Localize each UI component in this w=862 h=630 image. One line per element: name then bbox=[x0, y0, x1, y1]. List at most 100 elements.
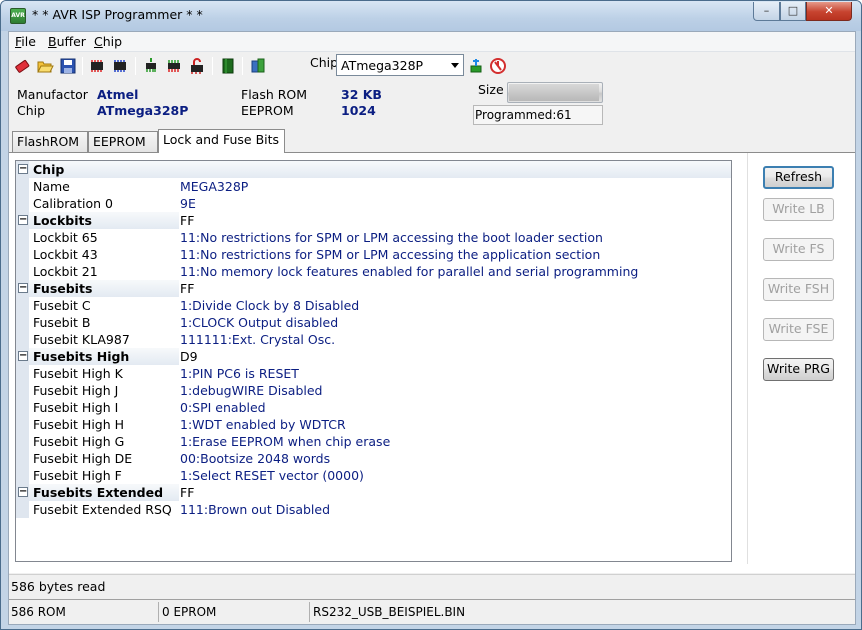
property-value[interactable]: 9E bbox=[180, 196, 196, 211]
eeprom-value: 1024 bbox=[341, 103, 376, 118]
status-message: 586 bytes read bbox=[11, 579, 106, 594]
category-value[interactable]: FF bbox=[180, 213, 194, 228]
collapse-icon[interactable]: − bbox=[18, 215, 28, 225]
grid-property-row[interactable]: Fusebit High I 0:SPI enabled bbox=[16, 399, 731, 416]
lock-icon[interactable] bbox=[188, 57, 206, 75]
property-value[interactable]: 1:CLOCK Output disabled bbox=[180, 315, 338, 330]
property-value[interactable]: 111111:Ext. Crystal Osc. bbox=[180, 332, 335, 347]
read-chip-icon[interactable] bbox=[88, 57, 106, 75]
grid-property-row[interactable]: Fusebit High J 1:debugWIRE Disabled bbox=[16, 382, 731, 399]
property-value[interactable]: 1:PIN PC6 is RESET bbox=[180, 366, 299, 381]
property-value[interactable]: 11:No restrictions for SPM or LPM access… bbox=[180, 230, 603, 245]
row-gutter bbox=[16, 382, 29, 399]
stop-icon[interactable] bbox=[489, 57, 507, 75]
refresh-button[interactable]: Refresh bbox=[763, 166, 834, 189]
program-icon[interactable] bbox=[165, 57, 183, 75]
chip-select-value: ATmega328P bbox=[341, 58, 424, 73]
property-name: Calibration 0 bbox=[33, 196, 113, 211]
category-name: Fusebits Extended bbox=[33, 485, 164, 500]
grid-category-row[interactable]: − Fusebits Extended FF bbox=[16, 484, 731, 501]
close-button[interactable]: ✕ bbox=[806, 2, 852, 21]
write-fs-button[interactable]: Write FS bbox=[763, 238, 834, 261]
row-gutter bbox=[16, 263, 29, 280]
property-value[interactable]: 11:No memory lock features enabled for p… bbox=[180, 264, 638, 279]
menu-buffer[interactable]: Buffer bbox=[48, 34, 86, 49]
write-fse-button[interactable]: Write FSE bbox=[763, 318, 834, 341]
row-gutter bbox=[16, 501, 29, 518]
save-icon[interactable] bbox=[59, 57, 77, 75]
collapse-icon[interactable]: − bbox=[18, 164, 28, 174]
category-name: Chip bbox=[33, 162, 65, 177]
grid-property-row[interactable]: Fusebit High DE 00:Bootsize 2048 words bbox=[16, 450, 731, 467]
toolbar-separator bbox=[135, 57, 136, 75]
run-icon[interactable] bbox=[249, 57, 267, 75]
property-value[interactable]: 00:Bootsize 2048 words bbox=[180, 451, 330, 466]
message-bar: 586 bytes read bbox=[9, 574, 855, 598]
grid-category-row[interactable]: − Fusebits High D9 bbox=[16, 348, 731, 365]
minimize-button[interactable]: – bbox=[753, 2, 780, 21]
tab-eeprom[interactable]: EEPROM bbox=[88, 131, 158, 152]
grid-property-row[interactable]: Fusebit Extended RSQ 111:Brown out Disabl… bbox=[16, 501, 731, 518]
category-name: Fusebits High bbox=[33, 349, 130, 364]
collapse-icon[interactable]: − bbox=[18, 487, 28, 497]
property-value[interactable]: 0:SPI enabled bbox=[180, 400, 266, 415]
chip-info-value: ATmega328P bbox=[97, 103, 189, 118]
property-value[interactable]: 1:Divide Clock by 8 Disabled bbox=[180, 298, 359, 313]
write-chip-icon[interactable] bbox=[111, 57, 129, 75]
menu-file[interactable]: File bbox=[15, 34, 36, 49]
grid-property-row[interactable]: Fusebit High G 1:Erase EEPROM when chip e… bbox=[16, 433, 731, 450]
category-value[interactable]: D9 bbox=[180, 349, 198, 364]
row-gutter bbox=[16, 416, 29, 433]
row-gutter bbox=[16, 399, 29, 416]
property-value[interactable]: 1:Select RESET vector (0000) bbox=[180, 468, 364, 483]
property-value[interactable]: 111:Brown out Disabled bbox=[180, 502, 330, 517]
read-ram-icon[interactable] bbox=[142, 57, 160, 75]
category-value[interactable]: FF bbox=[180, 281, 194, 296]
category-value[interactable]: FF bbox=[180, 485, 194, 500]
size-progress-bar bbox=[507, 82, 603, 103]
programmed-status: Programmed:61 bbox=[473, 105, 603, 125]
property-name: Fusebit B bbox=[33, 315, 91, 330]
grid-property-row[interactable]: Name MEGA328P bbox=[16, 178, 731, 195]
grid-property-row[interactable]: Fusebit High K 1:PIN PC6 is RESET bbox=[16, 365, 731, 382]
toolbar-separator bbox=[242, 57, 243, 75]
app-icon[interactable]: AVR bbox=[10, 8, 26, 24]
row-gutter bbox=[16, 433, 29, 450]
tab-flashrom[interactable]: FlashROM bbox=[12, 131, 88, 152]
property-value[interactable]: 1:debugWIRE Disabled bbox=[180, 383, 323, 398]
property-value[interactable]: 1:Erase EEPROM when chip erase bbox=[180, 434, 390, 449]
property-value[interactable]: 1:WDT enabled by WDTCR bbox=[180, 417, 346, 432]
chevron-down-icon[interactable] bbox=[451, 63, 459, 68]
write-prg-button[interactable]: Write PRG bbox=[763, 358, 834, 381]
book-icon[interactable] bbox=[219, 57, 237, 75]
grid-property-row[interactable]: Lockbit 21 11:No memory lock features ena… bbox=[16, 263, 731, 280]
row-gutter bbox=[16, 331, 29, 348]
grid-property-row[interactable]: Calibration 0 9E bbox=[16, 195, 731, 212]
property-grid[interactable]: − Chip Name MEGA328P Calibration 0 9E − Lockbit… bbox=[15, 160, 732, 562]
write-lb-button[interactable]: Write LB bbox=[763, 198, 834, 221]
grid-property-row[interactable]: Fusebit B 1:CLOCK Output disabled bbox=[16, 314, 731, 331]
grid-property-row[interactable]: Lockbit 65 11:No restrictions for SPM or … bbox=[16, 229, 731, 246]
open-folder-icon[interactable] bbox=[36, 57, 54, 75]
grid-property-row[interactable]: Lockbit 43 11:No restrictions for SPM or … bbox=[16, 246, 731, 263]
menu-chip[interactable]: Chip bbox=[94, 34, 122, 49]
grid-property-row[interactable]: Fusebit High H 1:WDT enabled by WDTCR bbox=[16, 416, 731, 433]
tab-lock-and-fuse-bits[interactable]: Lock and Fuse Bits bbox=[158, 129, 285, 153]
chip-select[interactable]: ATmega328P bbox=[336, 54, 464, 76]
collapse-icon[interactable]: − bbox=[18, 283, 28, 293]
grid-property-row[interactable]: Fusebit High F 1:Select RESET vector (000… bbox=[16, 467, 731, 484]
grid-category-row[interactable]: − Chip bbox=[16, 161, 731, 178]
grid-category-row[interactable]: − Fusebits FF bbox=[16, 280, 731, 297]
write-fsh-button[interactable]: Write FSH bbox=[763, 278, 834, 301]
grid-property-row[interactable]: Fusebit KLA987 111111:Ext. Crystal Osc. bbox=[16, 331, 731, 348]
grid-property-row[interactable]: Fusebit C 1:Divide Clock by 8 Disabled bbox=[16, 297, 731, 314]
grid-category-row[interactable]: − Lockbits FF bbox=[16, 212, 731, 229]
collapse-icon[interactable]: − bbox=[18, 351, 28, 361]
property-value[interactable]: MEGA328P bbox=[180, 179, 248, 194]
status-eprom: 0 EPROM bbox=[160, 602, 310, 622]
maximize-button[interactable]: □ bbox=[780, 2, 806, 21]
usb-plug-icon[interactable] bbox=[467, 57, 485, 75]
property-value[interactable]: 11:No restrictions for SPM or LPM access… bbox=[180, 247, 600, 262]
eraser-icon[interactable] bbox=[13, 57, 31, 75]
title-bar[interactable]: AVR * * AVR ISP Programmer * * – □ ✕ bbox=[1, 1, 861, 31]
